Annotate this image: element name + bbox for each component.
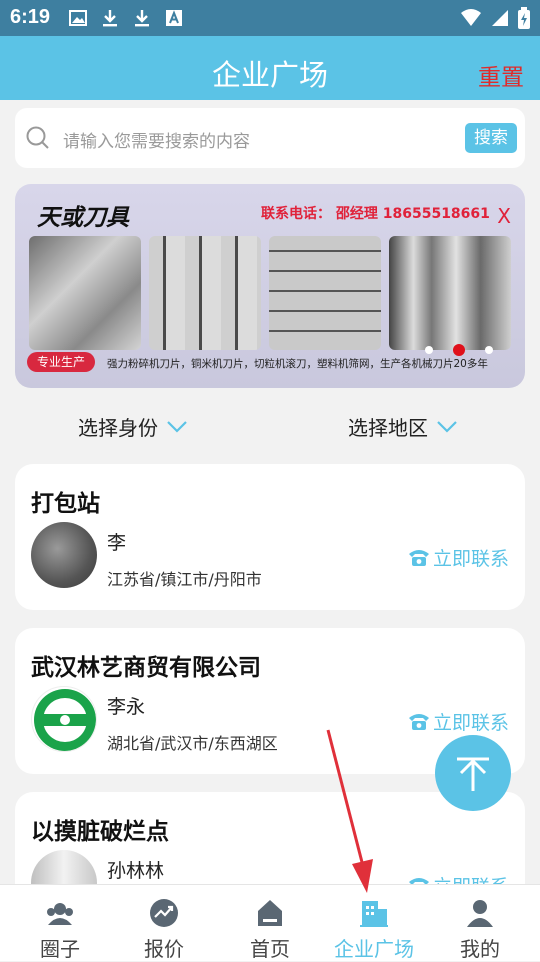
font-a-icon bbox=[166, 10, 182, 26]
pagination-dot[interactable] bbox=[485, 346, 493, 354]
nav-item-enterprise[interactable]: 企业广场 bbox=[320, 885, 428, 961]
bottom-nav: 圈子 报价 首页 企业广场 我的 bbox=[0, 884, 540, 961]
circle-icon bbox=[47, 903, 73, 925]
contact-now-button[interactable]: 立即联系 bbox=[407, 708, 509, 735]
nav-label: 报价 bbox=[144, 937, 184, 961]
nav-label: 我的 bbox=[460, 937, 500, 961]
identity-filter[interactable]: 选择身份 bbox=[78, 412, 188, 441]
contact-person: 孙林林 bbox=[107, 860, 165, 882]
company-location: 江苏省/镇江市/丹阳市 bbox=[107, 570, 262, 589]
banner-image bbox=[29, 236, 141, 350]
company-location: 湖北省/武汉市/东西湖区 bbox=[107, 734, 278, 753]
identity-filter-label: 选择身份 bbox=[78, 416, 158, 440]
nav-item-quote[interactable]: 报价 bbox=[110, 885, 218, 961]
company-name: 武汉林艺商贸有限公司 bbox=[31, 655, 261, 681]
nav-label: 首页 bbox=[250, 937, 290, 961]
notification-icons bbox=[68, 8, 184, 28]
status-right bbox=[460, 7, 530, 29]
signal-icon bbox=[492, 10, 508, 26]
pagination-dot-active[interactable] bbox=[453, 344, 465, 356]
contact-now-label: 立即联系 bbox=[432, 712, 509, 734]
nav-label: 圈子 bbox=[40, 937, 80, 961]
arrow-up-icon bbox=[457, 757, 489, 791]
avatar bbox=[31, 522, 97, 588]
battery-icon bbox=[518, 7, 530, 29]
banner-image bbox=[269, 236, 381, 350]
contact-now-button[interactable]: 立即联系 bbox=[407, 544, 509, 571]
banner-image bbox=[389, 236, 511, 350]
recycle-logo-icon bbox=[34, 689, 96, 751]
company-name: 打包站 bbox=[31, 491, 100, 517]
pagination-dot[interactable] bbox=[425, 346, 433, 354]
home-icon bbox=[258, 900, 282, 926]
filter-bar: 选择身份 选择地区 bbox=[0, 404, 540, 450]
banner-image bbox=[149, 236, 261, 350]
phone-icon bbox=[408, 713, 429, 730]
avatar bbox=[31, 686, 97, 752]
banner-contact: 联系电话： 邵经理 18655518661 bbox=[261, 206, 490, 222]
contact-person: 李 bbox=[107, 532, 127, 554]
chevron-down-icon bbox=[167, 420, 187, 433]
user-icon bbox=[467, 900, 493, 927]
wifi-icon bbox=[461, 9, 481, 26]
status-time: 6:19 bbox=[10, 6, 51, 28]
nav-item-home[interactable]: 首页 bbox=[216, 885, 324, 961]
region-filter[interactable]: 选择地区 bbox=[348, 412, 458, 441]
back-to-top-button[interactable] bbox=[435, 735, 511, 811]
search-icon bbox=[26, 126, 49, 149]
company-name: 以摸脏破烂点 bbox=[31, 819, 169, 845]
contact-person: 李永 bbox=[107, 696, 146, 718]
building-icon bbox=[360, 901, 388, 927]
search-input[interactable]: 请输入您需要搜索的内容 bbox=[63, 127, 250, 152]
banner-tag: 专业生产 bbox=[27, 352, 95, 372]
contact-now-label: 立即联系 bbox=[432, 548, 509, 570]
banner-close[interactable]: X bbox=[497, 204, 511, 228]
region-filter-label: 选择地区 bbox=[348, 416, 428, 440]
app-header: 企业广场 重置 bbox=[0, 36, 540, 100]
banner-brand: 天或刀具 bbox=[37, 205, 129, 231]
search-bar[interactable]: 请输入您需要搜索的内容 搜索 bbox=[15, 108, 525, 168]
company-card[interactable]: 打包站 李 江苏省/镇江市/丹阳市 立即联系 bbox=[15, 464, 525, 610]
download-icon bbox=[135, 10, 149, 27]
banner-description: 强力粉碎机刀片，铜米机刀片，切粒机滚刀，塑料机筛网，生产各机械刀片20多年 bbox=[107, 358, 488, 370]
search-button[interactable]: 搜索 bbox=[465, 123, 517, 153]
nav-label: 企业广场 bbox=[334, 937, 414, 961]
chevron-down-icon bbox=[437, 420, 457, 433]
image-icon bbox=[69, 10, 87, 26]
trend-icon bbox=[150, 899, 178, 927]
phone-icon bbox=[408, 549, 429, 566]
nav-item-circle[interactable]: 圈子 bbox=[6, 885, 114, 961]
download-icon bbox=[103, 10, 117, 27]
promo-banner[interactable]: 天或刀具 联系电话： 邵经理 18655518661 X 专业生产 强力粉碎机刀… bbox=[15, 184, 525, 388]
nav-item-mine[interactable]: 我的 bbox=[426, 885, 534, 961]
banner-pagination bbox=[425, 344, 493, 356]
reset-button[interactable]: 重置 bbox=[478, 58, 524, 92]
page-title: 企业广场 bbox=[211, 58, 328, 92]
status-bar: 6:19 bbox=[0, 0, 540, 36]
